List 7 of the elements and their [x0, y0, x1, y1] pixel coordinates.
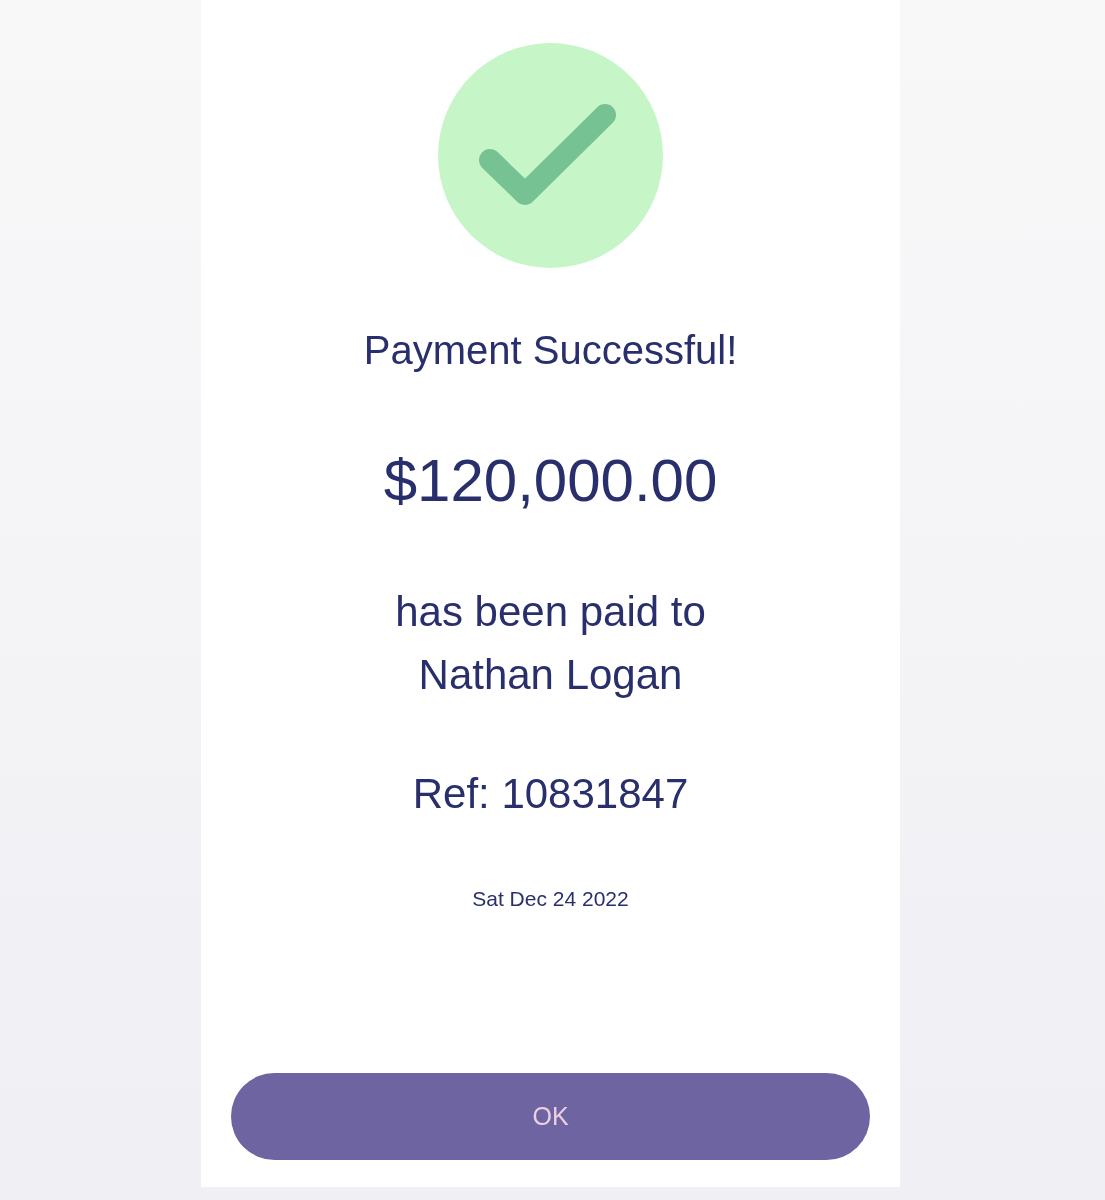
recipient-text: has been paid to Nathan Logan: [395, 587, 706, 700]
payment-amount: $120,000.00: [383, 446, 718, 516]
payment-date: Sat Dec 24 2022: [472, 886, 629, 912]
success-check-icon: [438, 43, 663, 268]
reference-number: Ref: 10831847: [412, 769, 689, 819]
status-title: Payment Successful!: [363, 327, 738, 374]
ok-button[interactable]: OK: [231, 1073, 870, 1160]
